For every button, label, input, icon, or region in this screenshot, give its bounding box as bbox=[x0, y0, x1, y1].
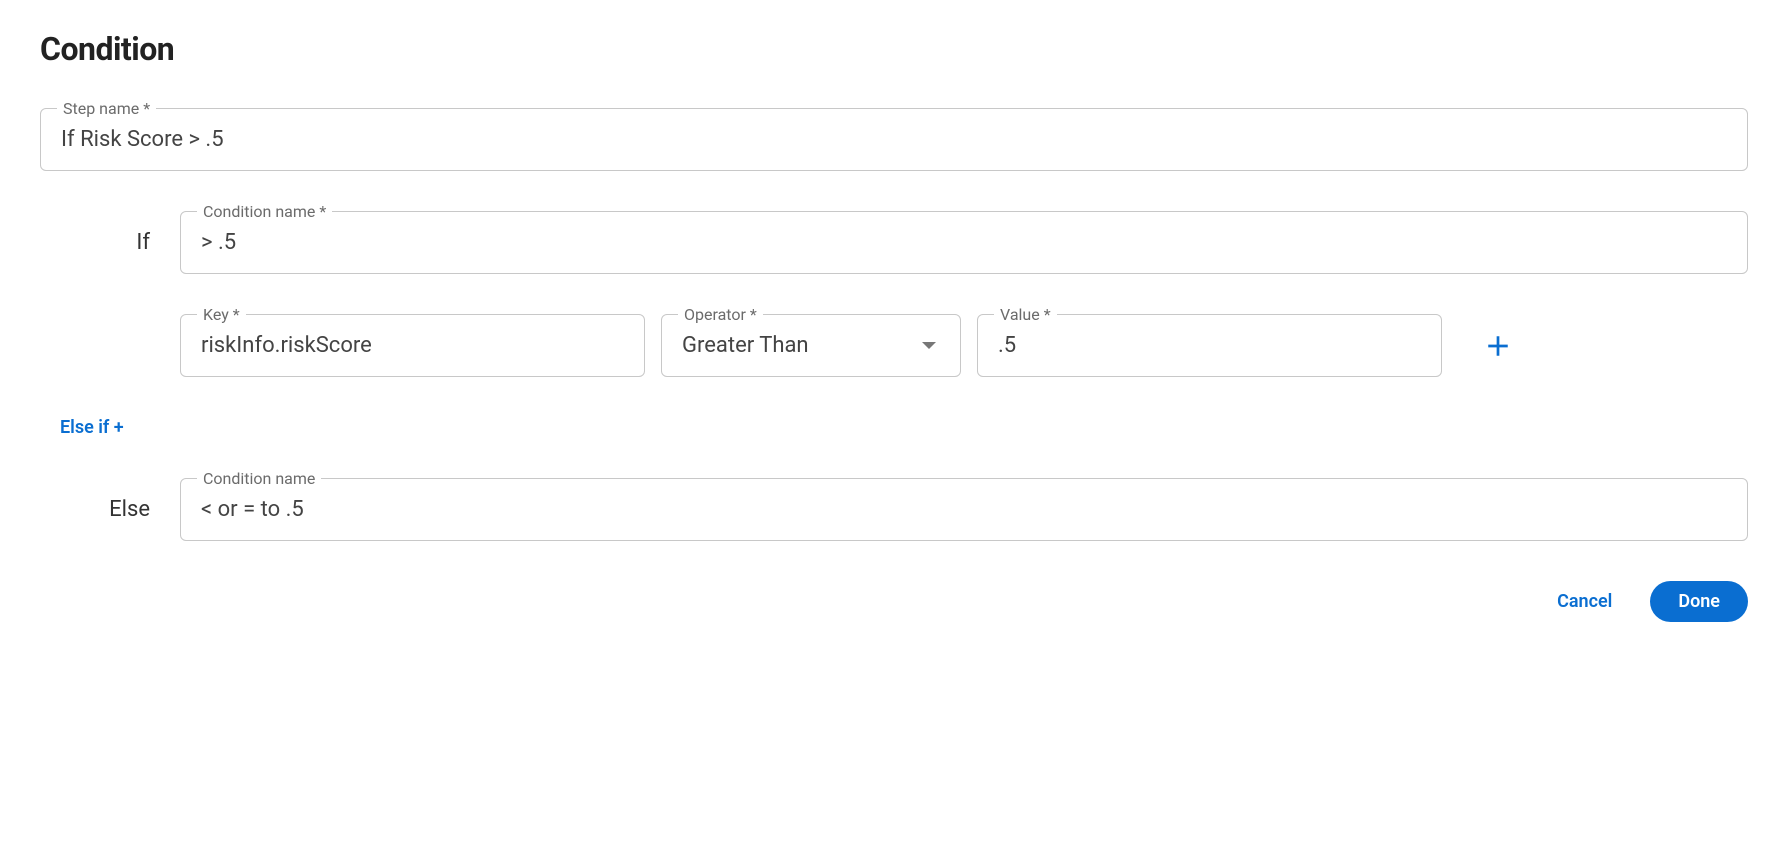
else-condition-name-input[interactable] bbox=[201, 497, 1727, 522]
step-name-input[interactable] bbox=[61, 127, 1727, 152]
if-label: If bbox=[40, 230, 180, 255]
else-condition-name-label: Condition name bbox=[197, 469, 321, 488]
value-label: Value * bbox=[994, 305, 1057, 324]
operator-field[interactable]: Operator * Greater Than bbox=[661, 314, 961, 377]
else-branch-row: Else Condition name bbox=[40, 478, 1748, 541]
else-if-link[interactable]: Else if + bbox=[60, 417, 124, 438]
if-rule-row: Key * Operator * Greater Than Value * bbox=[180, 314, 1748, 377]
plus-icon bbox=[1485, 333, 1511, 359]
if-condition-name-label: Condition name * bbox=[197, 202, 332, 221]
value-input[interactable] bbox=[998, 333, 1421, 358]
page-title: Condition bbox=[40, 30, 1748, 68]
key-field[interactable]: Key * bbox=[180, 314, 645, 377]
value-field[interactable]: Value * bbox=[977, 314, 1442, 377]
else-label: Else bbox=[40, 497, 180, 522]
operator-value: Greater Than bbox=[682, 333, 809, 358]
operator-label: Operator * bbox=[678, 305, 763, 324]
step-name-field[interactable]: Step name * bbox=[40, 108, 1748, 171]
if-branch-row: If Condition name * bbox=[40, 211, 1748, 274]
if-condition-name-field[interactable]: Condition name * bbox=[180, 211, 1748, 274]
else-condition-name-field[interactable]: Condition name bbox=[180, 478, 1748, 541]
step-name-label: Step name * bbox=[57, 99, 156, 118]
cancel-button[interactable]: Cancel bbox=[1529, 581, 1640, 622]
if-condition-name-input[interactable] bbox=[201, 230, 1727, 255]
key-label: Key * bbox=[197, 305, 246, 324]
key-input[interactable] bbox=[201, 333, 624, 358]
add-rule-button[interactable] bbox=[1478, 326, 1518, 366]
done-button[interactable]: Done bbox=[1650, 581, 1748, 622]
operator-select[interactable]: Greater Than bbox=[682, 333, 940, 358]
footer-actions: Cancel Done bbox=[40, 581, 1748, 622]
chevron-down-icon bbox=[922, 342, 936, 349]
